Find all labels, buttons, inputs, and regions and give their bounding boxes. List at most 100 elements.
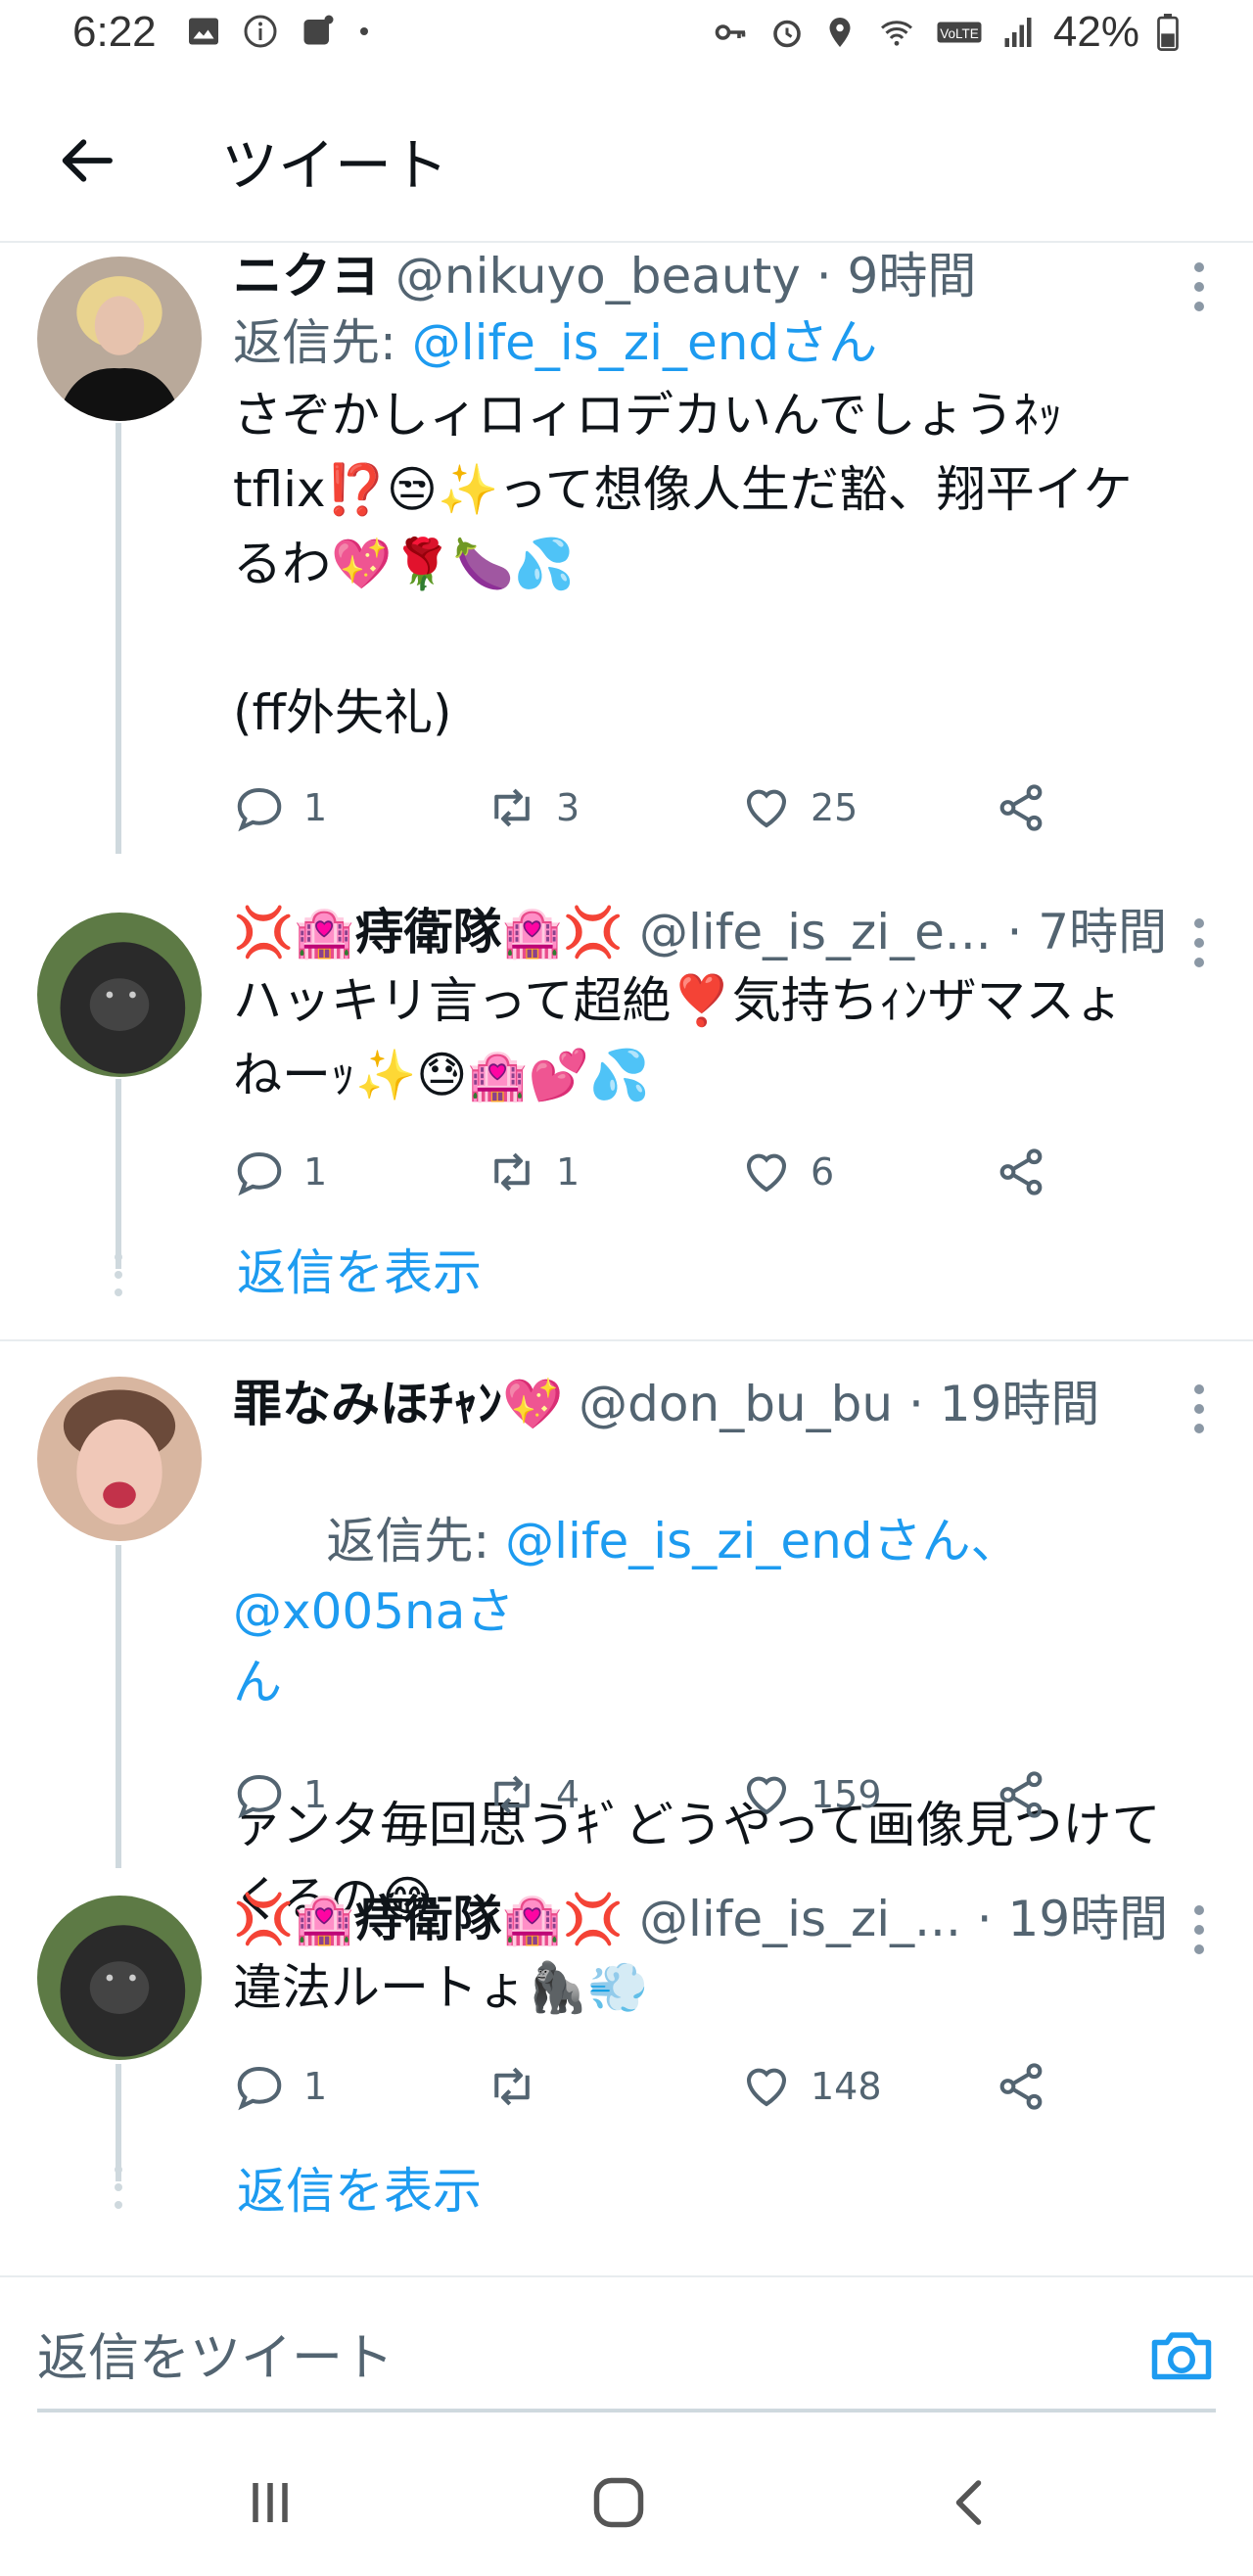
avatar[interactable] xyxy=(37,1377,202,1541)
reply-button[interactable]: 1 xyxy=(233,1768,327,1821)
heart-icon xyxy=(746,2068,787,2107)
wifi-icon xyxy=(880,21,912,46)
handle[interactable]: @don_bu_bu xyxy=(579,1376,893,1432)
tweet-content: ニクヨ @nikuyo_beauty · 9時間 返信先: @life_is_z… xyxy=(233,245,1224,750)
handle[interactable]: @nikuyo_beauty xyxy=(395,248,801,304)
like-button[interactable]: 159 xyxy=(740,1768,882,1821)
tweet-actions: 1 4 159 xyxy=(233,1768,1114,1827)
display-name[interactable]: 💢🏩痔衛隊🏩💢 xyxy=(233,1891,624,1947)
reply-count: 1 xyxy=(303,1773,328,1816)
display-name[interactable]: 罪なみほﾁｬﾝ💖 xyxy=(233,1376,563,1432)
avatar[interactable] xyxy=(37,257,202,421)
retweet-button[interactable] xyxy=(486,2060,556,2113)
tweet[interactable]: ニクヨ @nikuyo_beauty · 9時間 返信先: @life_is_z… xyxy=(0,245,1253,873)
timestamp: · 7時間 xyxy=(1006,904,1168,960)
reply-to-label: 返信先: xyxy=(326,1513,506,1569)
thread-line xyxy=(116,2064,121,2181)
like-button[interactable]: 25 xyxy=(740,781,858,834)
reply-input-underline xyxy=(37,2409,1216,2412)
reply-to-label: 返信先: xyxy=(233,314,412,371)
share-button[interactable] xyxy=(995,1146,1047,1198)
alarm-icon xyxy=(773,20,801,48)
status-bar: 6:22 VoLTE 42% xyxy=(0,0,1253,78)
like-count: 6 xyxy=(811,1150,835,1194)
reply-count: 1 xyxy=(303,2065,328,2108)
share-icon xyxy=(999,1148,1043,1195)
retweet-count: 4 xyxy=(556,1773,580,1816)
tweet-actions: 1 148 xyxy=(233,2060,1114,2119)
tweet[interactable]: 罪なみほﾁｬﾝ💖 @don_bu_bu · 19時間 返信先: @life_is… xyxy=(0,1373,1253,1928)
tweet-meta: ニクヨ @nikuyo_beauty · 9時間 xyxy=(233,245,1224,307)
share-button[interactable] xyxy=(995,1768,1047,1821)
status-time: 6:22 xyxy=(72,8,157,56)
tweet-content: 罪なみほﾁｬﾝ💖 @don_bu_bu · 19時間 返信先: @life_is… xyxy=(233,1373,1224,1937)
tweet-meta: 💢🏩痔衛隊🏩💢 @life_is_zi_e... · 7時間 xyxy=(233,901,1224,963)
retweet-icon xyxy=(494,2067,530,2106)
retweet-count: 3 xyxy=(556,786,580,829)
arrow-left-icon[interactable] xyxy=(55,129,117,192)
tweet-actions: 1 1 6 xyxy=(233,1146,1114,1204)
show-replies-link[interactable]: 返信を表示 xyxy=(237,2152,482,2223)
retweet-button[interactable]: 4 xyxy=(486,1768,580,1821)
like-count: 25 xyxy=(811,786,859,829)
thread-line xyxy=(116,423,121,854)
back-icon[interactable] xyxy=(942,2473,1000,2532)
retweet-button[interactable]: 1 xyxy=(486,1146,580,1198)
tweet[interactable]: 💢🏩痔衛隊🏩💢 @life_is_zi_e... · 7時間 ハッキリ言って超絶… xyxy=(0,901,1253,1332)
like-count: 159 xyxy=(811,1773,882,1816)
more-options-icon[interactable] xyxy=(1194,1905,1206,1964)
more-options-icon[interactable] xyxy=(1194,918,1206,977)
display-name[interactable]: ニクヨ xyxy=(233,248,380,304)
show-replies-link[interactable]: 返信を表示 xyxy=(237,1234,482,1304)
reply-input[interactable]: 返信をツイート xyxy=(37,2317,394,2390)
location-icon xyxy=(829,18,851,47)
thread-dots xyxy=(115,2166,122,2219)
dot-icon xyxy=(360,27,368,35)
like-button[interactable]: 148 xyxy=(740,2060,882,2113)
gallery-icon xyxy=(189,18,218,45)
info-icon xyxy=(244,15,277,48)
battery-percent: 42% xyxy=(1052,8,1139,56)
retweet-button[interactable]: 3 xyxy=(486,781,580,834)
avatar[interactable] xyxy=(37,913,202,1077)
more-options-icon[interactable] xyxy=(1194,262,1206,321)
thread-dots xyxy=(115,1253,122,1306)
retweet-icon xyxy=(494,1775,530,1814)
tweet-actions: 1 3 25 xyxy=(233,781,1114,840)
heart-icon xyxy=(746,789,787,828)
reply-composer[interactable]: 返信をツイート xyxy=(0,2275,1253,2412)
tweet-text: 違法ルートょ🦍💨 xyxy=(233,1959,649,2016)
tweet-meta: 💢🏩痔衛隊🏩💢 @life_is_zi_... · 19時間 xyxy=(233,1888,1224,1950)
tweet-text: ハッキリ言って超絶❣️気持ちｨﾝザマスょ ねーｯ✨😓🏩💕💦 xyxy=(233,972,1124,1103)
share-button[interactable] xyxy=(995,781,1047,834)
avatar[interactable] xyxy=(37,1896,202,2060)
retweet-count: 1 xyxy=(556,1150,580,1194)
divider xyxy=(0,1339,1253,1341)
display-name[interactable]: 💢🏩痔衛隊🏩💢 xyxy=(233,904,624,960)
handle[interactable]: @life_is_zi_... xyxy=(639,1891,961,1947)
tweet[interactable]: 💢🏩痔衛隊🏩💢 @life_is_zi_... · 19時間 違法ルートょ🦍💨 … xyxy=(0,1888,1253,2260)
reply-button[interactable]: 1 xyxy=(233,1146,327,1198)
reply-button[interactable]: 1 xyxy=(233,781,327,834)
reply-icon xyxy=(237,1151,282,1196)
share-icon xyxy=(999,2063,1043,2110)
recent-apps-icon[interactable] xyxy=(241,2473,300,2532)
page-title: ツイート xyxy=(221,132,449,199)
battery-icon xyxy=(1157,14,1179,51)
reply-to-link[interactable]: @life_is_zi_endさん xyxy=(412,314,877,371)
reply-icon xyxy=(237,787,282,832)
timestamp: · 19時間 xyxy=(976,1891,1169,1947)
thread-line xyxy=(116,1079,121,1269)
tweet-text: さぞかしィロィロデカいんでしょうﾈｯ tflix⁉️😒✨って想像人生だ豁、翔平イ… xyxy=(233,387,1133,741)
reply-to: 返信先: @life_is_zi_endさん、@x005naさ ん xyxy=(233,1435,1224,1788)
share-button[interactable] xyxy=(995,2060,1047,2113)
home-icon[interactable] xyxy=(589,2473,648,2532)
heart-icon xyxy=(746,1153,787,1193)
like-button[interactable]: 6 xyxy=(740,1146,834,1198)
camera-icon[interactable] xyxy=(1147,2324,1216,2385)
reply-button[interactable]: 1 xyxy=(233,2060,327,2113)
handle[interactable]: @life_is_zi_e... xyxy=(639,904,992,960)
tweet-meta: 罪なみほﾁｬﾝ💖 @don_bu_bu · 19時間 xyxy=(233,1373,1224,1435)
timestamp: · 9時間 xyxy=(815,248,977,304)
more-options-icon[interactable] xyxy=(1194,1384,1206,1443)
